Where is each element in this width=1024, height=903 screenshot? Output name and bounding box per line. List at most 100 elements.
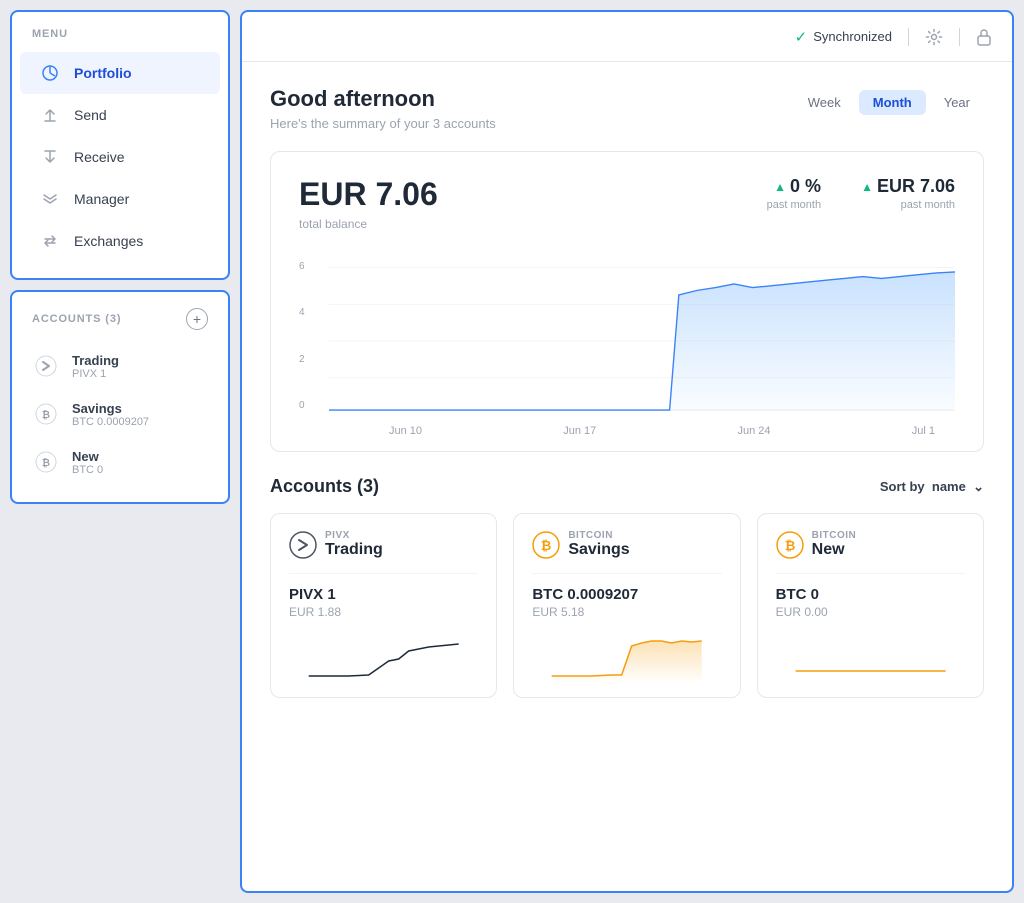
y-label-4: 4: [299, 307, 324, 318]
exchanges-icon: [40, 231, 60, 251]
lock-button[interactable]: [976, 28, 992, 46]
trading-info: Trading PIVX 1: [72, 353, 119, 380]
x-label-jul1: Jul 1: [912, 425, 935, 437]
trading-balance: PIVX 1: [289, 586, 478, 603]
trading-coin-type: PIVX: [325, 530, 383, 541]
sort-button[interactable]: Sort by name ⌄: [880, 479, 984, 495]
manager-label: Manager: [74, 191, 129, 207]
savings-coin-icon: ₿: [532, 531, 560, 559]
account-item-trading[interactable]: Trading PIVX 1: [12, 342, 228, 390]
sort-by-text: Sort by: [880, 479, 925, 494]
svg-text:₿: ₿: [784, 538, 795, 553]
savings-card[interactable]: ₿ BITCOIN Savings BTC 0.0009207 EUR 5.18: [513, 513, 740, 698]
settings-button[interactable]: [925, 28, 943, 46]
trading-coin-info: PIVX Trading: [325, 530, 383, 559]
btc-savings-icon: ₿: [32, 400, 60, 428]
sidebar-item-receive[interactable]: Receive: [20, 136, 220, 178]
trading-eur: EUR 1.88: [289, 605, 478, 619]
new-name: New: [72, 449, 103, 464]
add-account-button[interactable]: +: [186, 308, 208, 330]
savings-card-header: ₿ BITCOIN Savings: [532, 530, 721, 559]
week-button[interactable]: Week: [794, 90, 855, 115]
y-label-6: 6: [299, 261, 324, 272]
trading-card[interactable]: PIVX Trading PIVX 1 EUR 1.88: [270, 513, 497, 698]
send-label: Send: [74, 107, 107, 123]
sort-value: name: [932, 479, 966, 494]
new-coin-name: New: [812, 541, 857, 559]
period-buttons: Week Month Year: [794, 90, 984, 115]
eur-number: EUR 7.06: [877, 176, 955, 197]
sync-label: Synchronized: [813, 29, 892, 44]
accounts-label: ACCOUNTS (3): [32, 313, 121, 325]
divider-1: [908, 28, 909, 46]
svg-text:₿: ₿: [42, 409, 50, 421]
savings-coin-name: Savings: [568, 541, 629, 559]
menu-label: MENU: [12, 28, 228, 52]
sidebar-item-portfolio[interactable]: Portfolio: [20, 52, 220, 94]
savings-sub: BTC 0.0009207: [72, 416, 149, 428]
trading-card-header: PIVX Trading: [289, 530, 478, 559]
new-coin-type: BITCOIN: [812, 530, 857, 541]
savings-info: Savings BTC 0.0009207: [72, 401, 149, 428]
eur-label: past month: [861, 199, 955, 211]
balance-stats: ▲ 0 % past month ▲ EUR 7.06 past month: [767, 176, 955, 211]
x-label-jun17: Jun 17: [563, 425, 596, 437]
greeting-area: Good afternoon Here's the summary of you…: [270, 86, 496, 131]
percent-label: past month: [767, 199, 821, 211]
sidebar-item-exchanges[interactable]: Exchanges: [20, 220, 220, 262]
new-card-header: ₿ BITCOIN New: [776, 530, 965, 559]
trading-divider: [289, 573, 478, 574]
new-coin-icon: ₿: [776, 531, 804, 559]
new-chart: [776, 631, 965, 681]
new-card[interactable]: ₿ BITCOIN New BTC 0 EUR 0.00: [757, 513, 984, 698]
new-balance: BTC 0: [776, 586, 965, 603]
balance-main: EUR 7.06 total balance: [299, 176, 438, 231]
exchanges-label: Exchanges: [74, 233, 143, 249]
trading-name: Trading: [72, 353, 119, 368]
accounts-cards-section: Accounts (3) Sort by name ⌄: [270, 476, 984, 698]
month-button[interactable]: Month: [859, 90, 926, 115]
sidebar-item-send[interactable]: Send: [20, 94, 220, 136]
trading-chart: [289, 631, 478, 681]
savings-coin-info: BITCOIN Savings: [568, 530, 629, 559]
x-label-jun24: Jun 24: [738, 425, 771, 437]
sidebar: MENU Portfolio Send: [10, 10, 230, 893]
eur-value: ▲ EUR 7.06: [861, 176, 955, 197]
svg-text:₿: ₿: [42, 457, 50, 469]
percent-stat: ▲ 0 % past month: [767, 176, 821, 211]
sync-icon: ✓: [795, 28, 808, 46]
svg-text:₿: ₿: [541, 538, 552, 553]
x-label-jun10: Jun 10: [389, 425, 422, 437]
new-eur: EUR 0.00: [776, 605, 965, 619]
savings-coin-type: BITCOIN: [568, 530, 629, 541]
subtitle: Here's the summary of your 3 accounts: [270, 116, 496, 131]
portfolio-content: Good afternoon Here's the summary of you…: [242, 62, 1012, 891]
sidebar-item-manager[interactable]: Manager: [20, 178, 220, 220]
trading-coin-icon: [289, 531, 317, 559]
portfolio-header: Good afternoon Here's the summary of you…: [270, 86, 984, 131]
account-item-savings[interactable]: ₿ Savings BTC 0.0009207: [12, 390, 228, 438]
menu-section: MENU Portfolio Send: [10, 10, 230, 280]
send-icon: [40, 105, 60, 125]
year-button[interactable]: Year: [930, 90, 984, 115]
portfolio-chart: [329, 261, 955, 421]
total-balance-label: total balance: [299, 217, 438, 231]
pivx-icon: [32, 352, 60, 380]
btc-new-icon: ₿: [32, 448, 60, 476]
savings-balance: BTC 0.0009207: [532, 586, 721, 603]
account-item-new[interactable]: ₿ New BTC 0: [12, 438, 228, 486]
savings-name: Savings: [72, 401, 149, 416]
balance-card: EUR 7.06 total balance ▲ 0 % past month …: [270, 151, 984, 452]
greeting: Good afternoon: [270, 86, 496, 112]
balance-top: EUR 7.06 total balance ▲ 0 % past month …: [299, 176, 955, 231]
main-content: ✓ Synchronized Good afternoon Here's the…: [240, 10, 1014, 893]
percent-value: ▲ 0 %: [767, 176, 821, 197]
trading-coin-name: Trading: [325, 541, 383, 559]
new-info: New BTC 0: [72, 449, 103, 476]
percent-arrow: ▲: [774, 180, 786, 194]
portfolio-icon: [40, 63, 60, 83]
sort-chevron: ⌄: [973, 479, 984, 494]
savings-chart: [532, 631, 721, 681]
sync-status: ✓ Synchronized: [795, 28, 892, 46]
new-coin-info: BITCOIN New: [812, 530, 857, 559]
